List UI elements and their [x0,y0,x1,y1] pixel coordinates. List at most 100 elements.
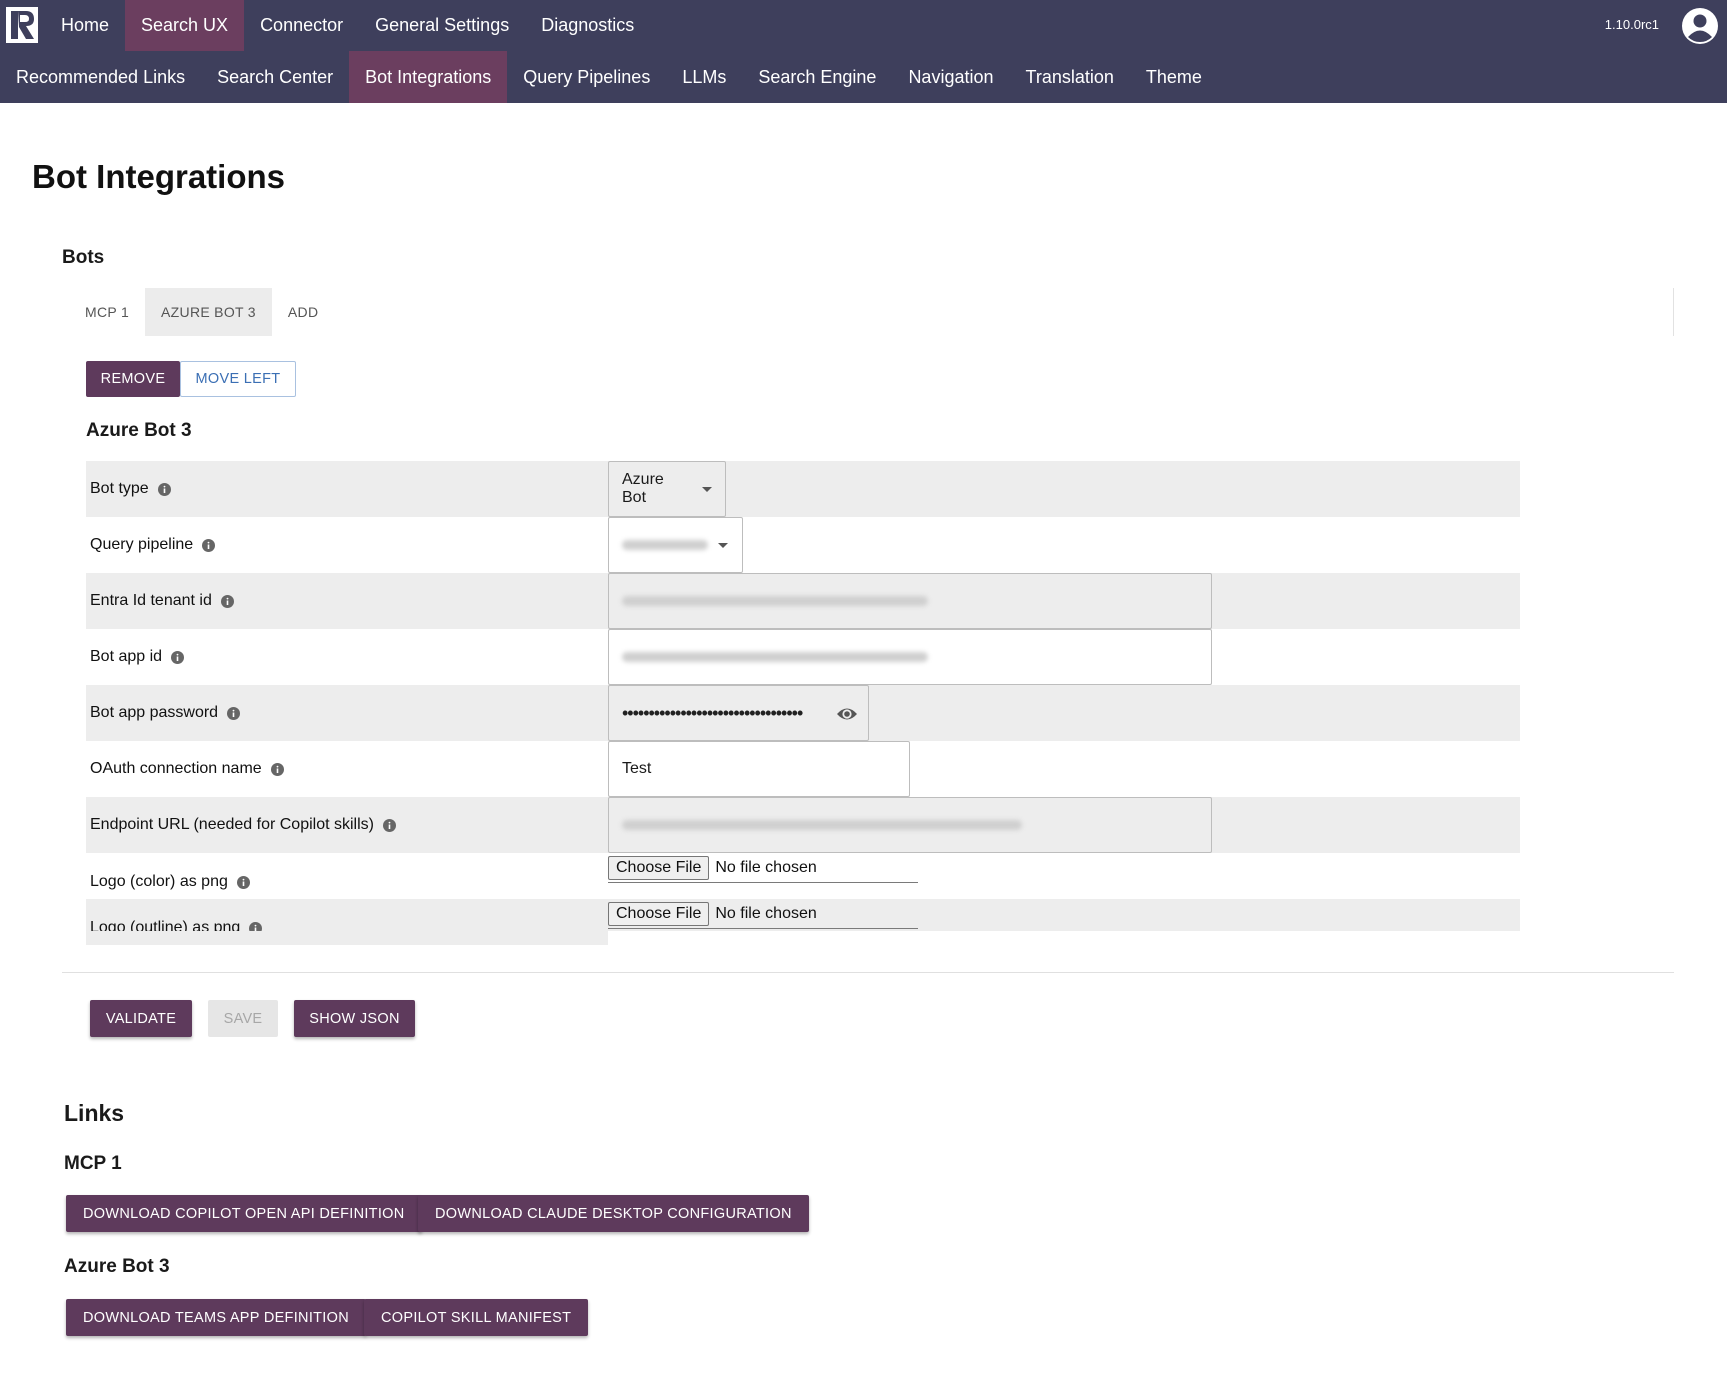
redacted-value [622,820,1022,830]
form-row-logo-color: Logo (color) as png Choose File No file … [86,853,1520,899]
subnav-search-engine[interactable]: Search Engine [742,51,892,103]
subnav-bot-integrations[interactable]: Bot Integrations [349,51,508,103]
download-teams-app-button[interactable]: DOWNLOAD TEAMS APP DEFINITION [66,1299,366,1336]
bot-tabs: MCP 1 AZURE BOT 3 ADD [62,288,1674,336]
bot-title: Azure Bot 3 [86,420,192,441]
info-icon[interactable] [202,538,216,552]
eye-icon[interactable] [836,704,858,724]
links-azure-title: Azure Bot 3 [64,1256,170,1277]
bot-app-id-label: Bot app id [90,648,163,665]
bot-app-password-field: •••••••••••••••••••••••••••••••••• [608,685,869,741]
logo-color-file-input: Choose File No file chosen [608,853,918,883]
logo-outline-file-input: Choose File No file chosen [608,899,918,929]
bot-app-id-input[interactable] [608,629,1212,685]
form-row-query-pipeline: Query pipeline [86,517,1520,573]
oauth-value: Test [622,760,652,777]
logo-color-label: Logo (color) as png [90,873,228,890]
info-icon[interactable] [383,818,396,832]
entra-label-wrap: Entra Id tenant id [90,592,234,610]
caret-down-icon [718,542,728,548]
redacted-value [622,652,928,662]
main-nav: Home Search UX Connector General Setting… [45,0,650,51]
entra-tenant-label: Entra Id tenant id [90,592,212,609]
oauth-label: OAuth connection name [90,760,262,777]
info-icon[interactable] [171,650,185,664]
entra-tenant-field [608,573,1212,629]
version-label: 1.10.0rc1 [1604,17,1659,32]
file-status: No file chosen [715,904,817,922]
form-row-entra-tenant: Entra Id tenant id [86,573,1520,629]
bot-app-password-label: Bot app password [90,704,219,721]
bot-type-value: Azure Bot [622,471,664,506]
endpoint-label-wrap: Endpoint URL (needed for Copilot skills) [90,816,396,834]
label-shade [86,931,608,945]
bot-type-label: Bot type [90,480,149,497]
bot-app-password-label-wrap: Bot app password [90,704,241,722]
bots-section-title: Bots [62,247,105,268]
info-icon[interactable] [220,594,234,608]
save-button[interactable]: SAVE [208,1000,278,1037]
info-icon[interactable] [227,706,241,720]
query-pipeline-label-wrap: Query pipeline [90,536,216,554]
caret-down-icon [702,486,712,492]
copilot-skill-manifest-button[interactable]: COPILOT SKILL MANIFEST [364,1299,589,1336]
sub-nav: Recommended Links Search Center Bot Inte… [0,51,1218,103]
bot-config-form: Bot type Azure Bot Query pipeline Entra … [86,461,1520,945]
bot-type-select[interactable]: Azure Bot [608,461,726,517]
subnav-translation[interactable]: Translation [1010,51,1130,103]
redacted-value [622,540,708,550]
endpoint-url-label: Endpoint URL (needed for Copilot skills) [90,816,374,833]
subnav-llms[interactable]: LLMs [666,51,742,103]
logo-icon[interactable] [6,7,38,43]
nav-home[interactable]: Home [45,0,125,51]
logo-color-label-wrap: Logo (color) as png [90,873,250,891]
subnav-recommended-links[interactable]: Recommended Links [0,51,201,103]
download-claude-config-button[interactable]: DOWNLOAD CLAUDE DESKTOP CONFIGURATION [418,1195,809,1232]
form-row-endpoint-url: Endpoint URL (needed for Copilot skills) [86,797,1520,853]
endpoint-url-input[interactable] [608,797,1212,853]
validate-button[interactable]: VALIDATE [90,1000,192,1037]
info-icon[interactable] [270,762,284,776]
entra-tenant-input[interactable] [608,573,1212,629]
links-title: Links [64,1100,125,1126]
subnav-navigation[interactable]: Navigation [892,51,1009,103]
bot-app-id-label-wrap: Bot app id [90,648,185,666]
subnav-query-pipelines[interactable]: Query Pipelines [507,51,666,103]
tab-mcp-1[interactable]: MCP 1 [62,288,145,336]
subnav-search-center[interactable]: Search Center [201,51,349,103]
oauth-field: Test [608,741,910,797]
subnav-theme[interactable]: Theme [1130,51,1218,103]
oauth-input[interactable]: Test [608,741,910,797]
nav-general-settings[interactable]: General Settings [359,0,525,51]
tab-add[interactable]: ADD [272,288,334,336]
bot-type-field: Azure Bot [608,461,726,517]
divider [62,972,1674,973]
query-pipeline-field [608,517,743,573]
download-copilot-openapi-button[interactable]: DOWNLOAD COPILOT OPEN API DEFINITION [66,1195,422,1232]
nav-search-ux[interactable]: Search UX [125,0,245,51]
remove-button[interactable]: REMOVE [86,361,180,397]
bot-app-password-input[interactable]: •••••••••••••••••••••••••••••••••• [608,685,869,741]
choose-file-button[interactable]: Choose File [608,855,710,880]
nav-diagnostics[interactable]: Diagnostics [525,0,650,51]
redacted-value [622,596,928,606]
form-row-logo-outline: Logo (outline) as png Choose File No fil… [86,899,1520,945]
form-row-bot-app-id: Bot app id [86,629,1520,685]
oauth-label-wrap: OAuth connection name [90,760,284,778]
tab-azure-bot-3[interactable]: AZURE BOT 3 [145,288,272,336]
form-row-oauth: OAuth connection name Test [86,741,1520,797]
show-json-button[interactable]: SHOW JSON [294,1000,415,1037]
query-pipeline-label: Query pipeline [90,536,194,553]
form-row-bot-type: Bot type Azure Bot [86,461,1520,517]
top-navigation: Home Search UX Connector General Setting… [0,0,1727,103]
query-pipeline-select[interactable] [608,517,743,573]
user-avatar-icon[interactable] [1681,7,1719,45]
info-icon[interactable] [157,482,171,496]
choose-file-button[interactable]: Choose File [608,901,710,926]
form-row-bot-app-password: Bot app password •••••••••••••••••••••••… [86,685,1520,741]
nav-connector[interactable]: Connector [244,0,359,51]
page-title: Bot Integrations [32,158,285,195]
file-status: No file chosen [715,858,817,876]
move-left-button[interactable]: MOVE LEFT [180,361,296,397]
info-icon[interactable] [236,875,250,889]
